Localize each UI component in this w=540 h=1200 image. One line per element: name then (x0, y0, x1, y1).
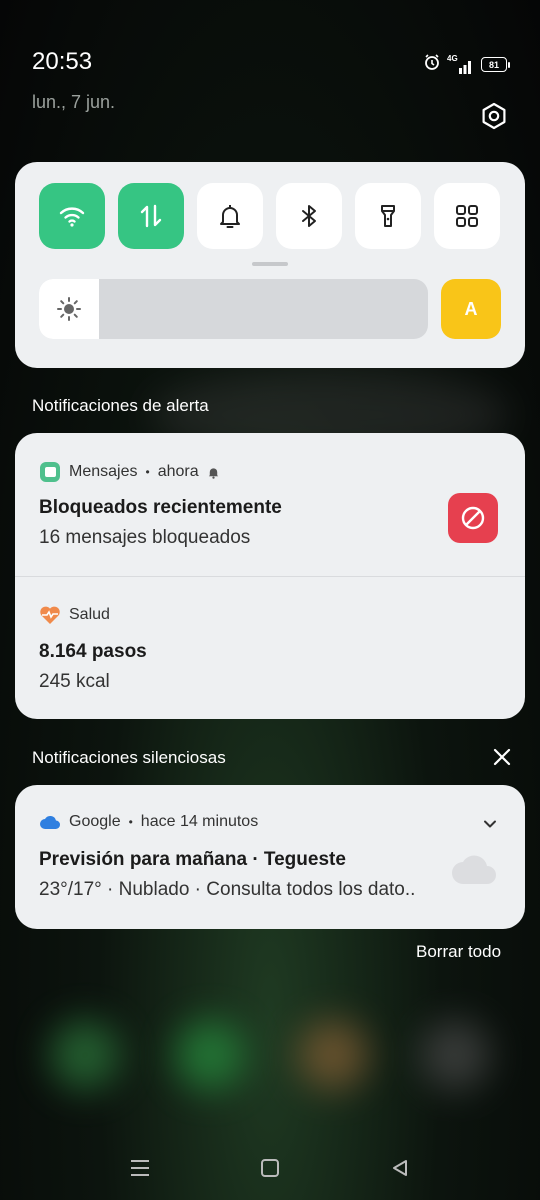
alert-section-title: Notificaciones de alerta (32, 396, 209, 415)
notification-header: Salud (39, 605, 110, 625)
date-label: lun., 7 jun. (32, 92, 116, 112)
back-button[interactable] (386, 1154, 414, 1182)
grid-icon (456, 205, 478, 227)
home-button[interactable] (256, 1154, 284, 1182)
panel-drag-handle[interactable] (252, 262, 288, 266)
network-label: 4G (447, 53, 458, 63)
brightness-slider[interactable] (39, 279, 428, 339)
more-tiles-button[interactable] (434, 183, 500, 249)
bluetooth-icon (302, 205, 316, 227)
block-icon[interactable] (448, 493, 498, 543)
notification-messages[interactable]: Mensajes • ahora Bloqueados recientement… (15, 433, 525, 576)
bell-icon (220, 205, 240, 228)
mobile-data-toggle[interactable] (118, 183, 184, 249)
close-icon (493, 748, 511, 766)
notification-header: Google • hace 14 minutos (39, 813, 258, 831)
flashlight-icon (381, 205, 395, 227)
notification-body: 245 kcal (39, 671, 110, 692)
wifi-icon (59, 207, 85, 227)
dock-app-chrome (298, 1020, 368, 1090)
status-icons: 4G 81 (423, 53, 510, 76)
notification-title: Previsión para mañana · Tegueste (39, 849, 346, 870)
sound-toggle[interactable] (197, 183, 263, 249)
dismiss-silent-button[interactable] (491, 746, 513, 768)
expand-button[interactable] (481, 815, 499, 833)
back-icon (393, 1160, 407, 1176)
battery-level: 81 (481, 57, 507, 72)
chevron-down-icon (484, 820, 496, 828)
data-arrows-icon (140, 204, 162, 228)
bluetooth-toggle[interactable] (276, 183, 342, 249)
alert-notification-group: Mensajes • ahora Bloqueados recientement… (15, 433, 525, 719)
notification-time: ahora (157, 463, 199, 480)
notification-body: 23°/17° · Nublado · Consulta todos los d… (39, 879, 416, 900)
heart-icon (40, 606, 60, 624)
separator: • (128, 815, 133, 829)
signal-icon: 4G (447, 53, 473, 74)
notification-health[interactable]: Salud 8.164 pasos 245 kcal (15, 577, 525, 719)
sun-icon (57, 297, 82, 321)
dock-app-camera (420, 1020, 490, 1090)
quick-settings-panel: A (15, 162, 525, 368)
recents-button[interactable] (126, 1154, 154, 1182)
notification-title: Bloqueados recientemente (39, 497, 282, 518)
navigation-bar (0, 1140, 540, 1194)
notification-title: 8.164 pasos (39, 641, 147, 662)
menu-icon (131, 1160, 149, 1176)
bell-small-icon (208, 467, 218, 479)
flashlight-toggle[interactable] (355, 183, 421, 249)
home-icon (261, 1159, 279, 1177)
dock-app-phone (50, 1020, 120, 1090)
dock-app-messages (175, 1020, 245, 1090)
separator: • (145, 465, 150, 479)
notification-google[interactable]: Google • hace 14 minutos Previsión para … (15, 785, 525, 929)
silent-section-title: Notificaciones silenciosas (32, 748, 226, 767)
app-name: Mensajes (69, 463, 138, 480)
status-time: 20:53 (32, 48, 93, 75)
brightness-fill (39, 279, 100, 339)
weather-cloud-icon (449, 853, 499, 892)
wifi-toggle[interactable] (39, 183, 105, 249)
gear-icon (482, 102, 506, 130)
messages-icon (40, 462, 60, 482)
notification-header: Mensajes • ahora (39, 461, 220, 483)
alarm-icon (423, 53, 441, 76)
notification-body: 16 mensajes bloqueados (39, 527, 251, 548)
app-name: Salud (69, 606, 110, 623)
battery-icon: 81 (481, 57, 510, 72)
settings-button[interactable] (478, 100, 510, 132)
auto-brightness-button[interactable]: A (441, 279, 501, 339)
notification-time: hace 14 minutos (140, 813, 259, 830)
app-name: Google (69, 813, 121, 830)
cloud-icon (40, 816, 61, 830)
clear-all-button[interactable]: Borrar todo (416, 942, 501, 962)
